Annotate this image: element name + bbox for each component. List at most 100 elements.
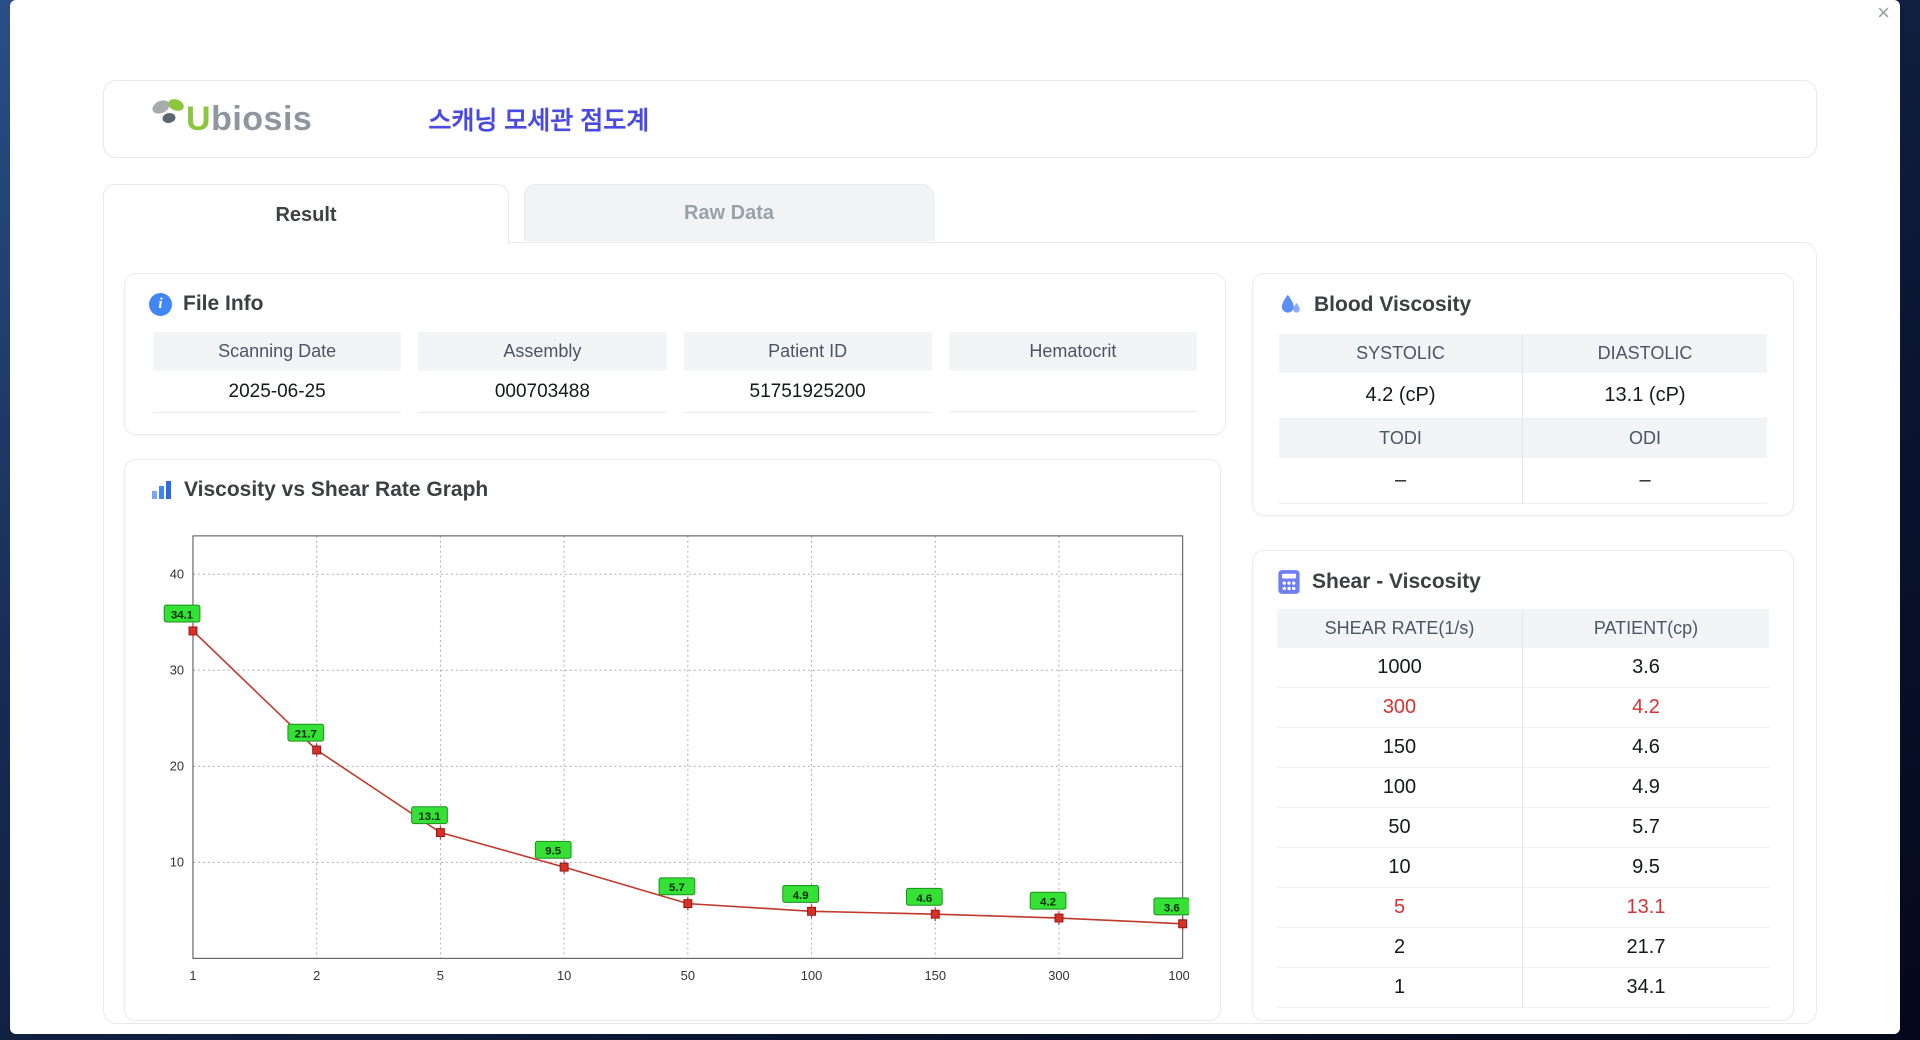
bar-chart-icon xyxy=(152,481,171,499)
bv-value-systolic: 4.2 (cP) xyxy=(1279,373,1523,419)
graph-title: Viscosity vs Shear Rate Graph xyxy=(149,478,1220,502)
table-row: 1 34.1 xyxy=(1277,968,1769,1008)
bv-value-diastolic: 13.1 (cP) xyxy=(1523,373,1767,419)
svg-text:40: 40 xyxy=(170,566,184,581)
logo-text: Ubiosis xyxy=(186,99,313,138)
table-row: 100 4.9 xyxy=(1277,768,1769,808)
svg-text:150: 150 xyxy=(925,968,946,983)
file-info-title: i File Info xyxy=(149,292,1225,316)
table-row: 1000 3.6 xyxy=(1277,648,1769,688)
svg-text:5.7: 5.7 xyxy=(669,882,685,894)
field-label: Patient ID xyxy=(683,332,932,371)
svg-text:1: 1 xyxy=(189,968,196,983)
svg-text:3.6: 3.6 xyxy=(1164,902,1180,914)
table-row: 50 5.7 xyxy=(1277,808,1769,848)
cell-patient: 3.6 xyxy=(1523,648,1769,688)
bv-header-systolic: SYSTOLIC xyxy=(1279,334,1523,373)
blood-viscosity-title: Blood Viscosity xyxy=(1277,292,1793,318)
logo-leaf-icon xyxy=(152,99,184,124)
viscosity-shear-chart: 10 20 30 40 1 2 5 10 50 100 150 300 1000 34.1 21.7 13.1… xyxy=(163,535,1189,983)
cell-patient: 9.5 xyxy=(1523,848,1769,888)
cell-shear-rate: 1 xyxy=(1277,968,1523,1008)
svg-text:4.6: 4.6 xyxy=(916,893,932,905)
blood-viscosity-card: Blood Viscosity SYSTOLIC DIASTOLIC 4.2 (… xyxy=(1252,273,1794,516)
svg-text:20: 20 xyxy=(170,758,184,773)
shear-viscosity-table: SHEAR RATE(1/s) PATIENT(cp) 1000 3.6 300… xyxy=(1277,609,1769,1008)
field-label: Scanning Date xyxy=(153,332,402,371)
shear-viscosity-card: Shear - Viscosity SHEAR RATE(1/s) PATIEN… xyxy=(1252,550,1794,1021)
cell-patient: 4.9 xyxy=(1523,768,1769,808)
cell-shear-rate: 50 xyxy=(1277,808,1523,848)
graph-card: Viscosity vs Shear Rate Graph 10 20 30 40 1 2… xyxy=(124,459,1221,1021)
svg-text:30: 30 xyxy=(170,662,184,677)
svg-text:34.1: 34.1 xyxy=(171,610,194,622)
svg-text:50: 50 xyxy=(681,968,695,983)
bv-value-todi: – xyxy=(1279,458,1523,504)
file-info-title-text: File Info xyxy=(183,292,264,315)
cell-patient: 13.1 xyxy=(1523,888,1769,928)
cell-shear-rate: 300 xyxy=(1277,688,1523,728)
svg-text:2: 2 xyxy=(313,968,320,983)
svg-text:13.1: 13.1 xyxy=(418,811,441,823)
table-row: 150 4.6 xyxy=(1277,728,1769,768)
close-icon[interactable]: × xyxy=(1877,2,1890,24)
file-info-card: i File Info Scanning Date 2025-06-25 Ass… xyxy=(124,273,1226,435)
svg-text:100: 100 xyxy=(801,968,822,983)
cell-shear-rate: 150 xyxy=(1277,728,1523,768)
field-label: Assembly xyxy=(418,332,667,371)
page-title: 스캐닝 모세관 점도계 xyxy=(428,107,650,135)
field-value: 51751925200 xyxy=(683,371,932,413)
ubiosis-logo: Ubiosis xyxy=(148,99,313,139)
field-value xyxy=(948,371,1197,412)
table-row: 10 9.5 xyxy=(1277,848,1769,888)
graph-title-text: Viscosity vs Shear Rate Graph xyxy=(184,478,489,501)
svg-text:21.7: 21.7 xyxy=(295,729,317,741)
table-row: 5 13.1 xyxy=(1277,888,1769,928)
bv-header-odi: ODI xyxy=(1523,419,1767,458)
calculator-icon xyxy=(1278,570,1300,594)
column-header-patient: PATIENT(cp) xyxy=(1523,609,1769,648)
column-header-shear-rate: SHEAR RATE(1/s) xyxy=(1277,609,1523,648)
field-assembly: Assembly 000703488 xyxy=(418,332,667,413)
field-value: 000703488 xyxy=(418,371,667,413)
cell-shear-rate: 100 xyxy=(1277,768,1523,808)
file-info-fields: Scanning Date 2025-06-25 Assembly 000703… xyxy=(153,332,1197,413)
table-row: 300 4.2 xyxy=(1277,688,1769,728)
field-hematocrit: Hematocrit xyxy=(948,332,1197,413)
info-icon: i xyxy=(149,292,172,316)
tab-result[interactable]: Result xyxy=(103,184,509,245)
svg-text:4.2: 4.2 xyxy=(1040,897,1056,909)
bv-header-todi: TODI xyxy=(1279,419,1523,458)
cell-shear-rate: 10 xyxy=(1277,848,1523,888)
cell-patient: 4.6 xyxy=(1523,728,1769,768)
field-value: 2025-06-25 xyxy=(153,371,402,413)
svg-text:10: 10 xyxy=(557,968,571,983)
table-row: 2 21.7 xyxy=(1277,928,1769,968)
svg-text:300: 300 xyxy=(1048,968,1069,983)
svg-text:1000: 1000 xyxy=(1168,968,1189,983)
svg-text:9.5: 9.5 xyxy=(545,846,561,858)
header: Ubiosis 스캐닝 모세관 점도계 xyxy=(103,80,1817,158)
blood-viscosity-title-text: Blood Viscosity xyxy=(1314,293,1472,316)
blood-viscosity-table: SYSTOLIC DIASTOLIC 4.2 (cP) 13.1 (cP) TO… xyxy=(1279,334,1767,504)
tab-raw-data[interactable]: Raw Data xyxy=(524,184,934,241)
table-header-row: SHEAR RATE(1/s) PATIENT(cp) xyxy=(1277,609,1769,648)
cell-patient: 21.7 xyxy=(1523,928,1769,968)
bv-value-odi: – xyxy=(1523,458,1767,504)
result-tab-panel: i File Info Scanning Date 2025-06-25 Ass… xyxy=(103,242,1817,1024)
svg-text:10: 10 xyxy=(170,854,184,869)
field-label: Hematocrit xyxy=(948,332,1197,371)
field-scanning-date: Scanning Date 2025-06-25 xyxy=(153,332,402,413)
cell-shear-rate: 2 xyxy=(1277,928,1523,968)
shear-viscosity-title-text: Shear - Viscosity xyxy=(1312,570,1481,593)
bv-header-diastolic: DIASTOLIC xyxy=(1523,334,1767,373)
field-patient-id: Patient ID 51751925200 xyxy=(683,332,932,413)
droplets-icon xyxy=(1281,294,1300,313)
cell-shear-rate: 5 xyxy=(1277,888,1523,928)
svg-text:5: 5 xyxy=(437,968,444,983)
shear-viscosity-title: Shear - Viscosity xyxy=(1277,569,1793,595)
cell-shear-rate: 1000 xyxy=(1277,648,1523,688)
svg-text:4.9: 4.9 xyxy=(793,890,809,902)
cell-patient: 5.7 xyxy=(1523,808,1769,848)
cell-patient: 4.2 xyxy=(1523,688,1769,728)
